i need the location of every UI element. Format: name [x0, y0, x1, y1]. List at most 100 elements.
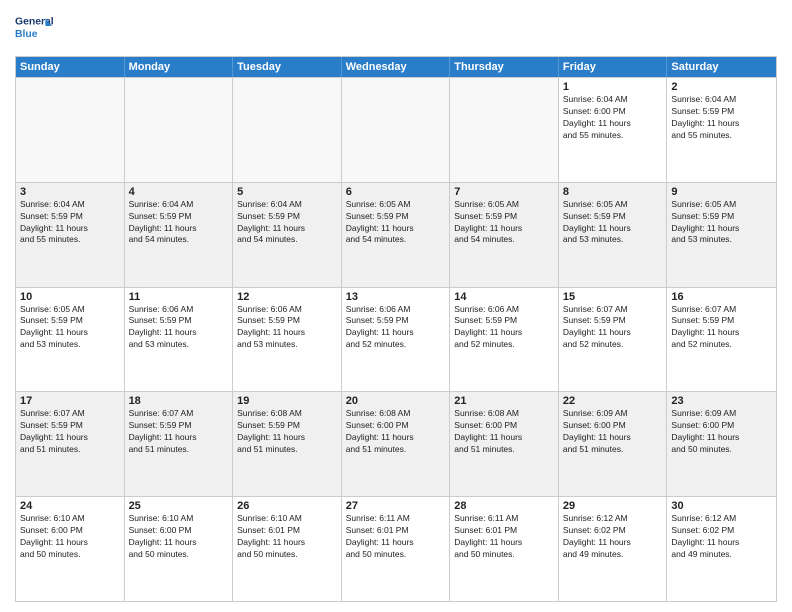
calendar-row: 3Sunrise: 6:04 AM Sunset: 5:59 PM Daylig…	[16, 182, 776, 287]
day-info: Sunrise: 6:05 AM Sunset: 5:59 PM Dayligh…	[20, 304, 120, 352]
calendar-cell: 26Sunrise: 6:10 AM Sunset: 6:01 PM Dayli…	[233, 497, 342, 601]
day-info: Sunrise: 6:05 AM Sunset: 5:59 PM Dayligh…	[563, 199, 663, 247]
day-info: Sunrise: 6:07 AM Sunset: 5:59 PM Dayligh…	[671, 304, 772, 352]
calendar-cell: 1Sunrise: 6:04 AM Sunset: 6:00 PM Daylig…	[559, 78, 668, 182]
calendar-cell: 27Sunrise: 6:11 AM Sunset: 6:01 PM Dayli…	[342, 497, 451, 601]
day-number: 11	[129, 291, 229, 303]
day-info: Sunrise: 6:08 AM Sunset: 5:59 PM Dayligh…	[237, 408, 337, 456]
calendar-cell: 7Sunrise: 6:05 AM Sunset: 5:59 PM Daylig…	[450, 183, 559, 287]
day-number: 13	[346, 291, 446, 303]
calendar-cell	[233, 78, 342, 182]
weekday-header: Thursday	[450, 57, 559, 77]
calendar-cell: 15Sunrise: 6:07 AM Sunset: 5:59 PM Dayli…	[559, 288, 668, 392]
day-number: 2	[671, 81, 772, 93]
calendar-cell	[342, 78, 451, 182]
calendar-cell: 8Sunrise: 6:05 AM Sunset: 5:59 PM Daylig…	[559, 183, 668, 287]
calendar-cell: 11Sunrise: 6:06 AM Sunset: 5:59 PM Dayli…	[125, 288, 234, 392]
day-number: 24	[20, 500, 120, 512]
day-number: 19	[237, 395, 337, 407]
weekday-header: Wednesday	[342, 57, 451, 77]
calendar-cell: 28Sunrise: 6:11 AM Sunset: 6:01 PM Dayli…	[450, 497, 559, 601]
day-info: Sunrise: 6:04 AM Sunset: 5:59 PM Dayligh…	[20, 199, 120, 247]
weekday-header: Tuesday	[233, 57, 342, 77]
day-number: 8	[563, 186, 663, 198]
calendar-body: 1Sunrise: 6:04 AM Sunset: 6:00 PM Daylig…	[16, 77, 776, 601]
day-number: 3	[20, 186, 120, 198]
calendar-cell: 21Sunrise: 6:08 AM Sunset: 6:00 PM Dayli…	[450, 392, 559, 496]
day-number: 7	[454, 186, 554, 198]
calendar-row: 1Sunrise: 6:04 AM Sunset: 6:00 PM Daylig…	[16, 77, 776, 182]
calendar-cell: 19Sunrise: 6:08 AM Sunset: 5:59 PM Dayli…	[233, 392, 342, 496]
day-info: Sunrise: 6:04 AM Sunset: 6:00 PM Dayligh…	[563, 94, 663, 142]
calendar-cell	[125, 78, 234, 182]
calendar-cell: 2Sunrise: 6:04 AM Sunset: 5:59 PM Daylig…	[667, 78, 776, 182]
day-info: Sunrise: 6:06 AM Sunset: 5:59 PM Dayligh…	[346, 304, 446, 352]
day-info: Sunrise: 6:08 AM Sunset: 6:00 PM Dayligh…	[454, 408, 554, 456]
calendar-cell	[16, 78, 125, 182]
header: GeneralBlue	[15, 10, 777, 50]
calendar-cell: 13Sunrise: 6:06 AM Sunset: 5:59 PM Dayli…	[342, 288, 451, 392]
day-number: 28	[454, 500, 554, 512]
calendar-cell: 17Sunrise: 6:07 AM Sunset: 5:59 PM Dayli…	[16, 392, 125, 496]
day-number: 14	[454, 291, 554, 303]
day-info: Sunrise: 6:07 AM Sunset: 5:59 PM Dayligh…	[129, 408, 229, 456]
day-info: Sunrise: 6:07 AM Sunset: 5:59 PM Dayligh…	[20, 408, 120, 456]
calendar-cell: 6Sunrise: 6:05 AM Sunset: 5:59 PM Daylig…	[342, 183, 451, 287]
day-info: Sunrise: 6:09 AM Sunset: 6:00 PM Dayligh…	[671, 408, 772, 456]
day-number: 30	[671, 500, 772, 512]
calendar-cell: 29Sunrise: 6:12 AM Sunset: 6:02 PM Dayli…	[559, 497, 668, 601]
day-number: 1	[563, 81, 663, 93]
calendar-cell: 10Sunrise: 6:05 AM Sunset: 5:59 PM Dayli…	[16, 288, 125, 392]
day-info: Sunrise: 6:05 AM Sunset: 5:59 PM Dayligh…	[454, 199, 554, 247]
day-info: Sunrise: 6:05 AM Sunset: 5:59 PM Dayligh…	[346, 199, 446, 247]
day-info: Sunrise: 6:12 AM Sunset: 6:02 PM Dayligh…	[671, 513, 772, 561]
weekday-header: Friday	[559, 57, 668, 77]
day-number: 26	[237, 500, 337, 512]
calendar-header: SundayMondayTuesdayWednesdayThursdayFrid…	[16, 57, 776, 77]
day-number: 27	[346, 500, 446, 512]
day-info: Sunrise: 6:10 AM Sunset: 6:00 PM Dayligh…	[129, 513, 229, 561]
day-number: 21	[454, 395, 554, 407]
calendar-row: 17Sunrise: 6:07 AM Sunset: 5:59 PM Dayli…	[16, 391, 776, 496]
day-number: 17	[20, 395, 120, 407]
calendar-cell	[450, 78, 559, 182]
day-number: 9	[671, 186, 772, 198]
calendar-cell: 5Sunrise: 6:04 AM Sunset: 5:59 PM Daylig…	[233, 183, 342, 287]
day-info: Sunrise: 6:08 AM Sunset: 6:00 PM Dayligh…	[346, 408, 446, 456]
day-number: 20	[346, 395, 446, 407]
day-info: Sunrise: 6:06 AM Sunset: 5:59 PM Dayligh…	[237, 304, 337, 352]
day-number: 15	[563, 291, 663, 303]
calendar-cell: 14Sunrise: 6:06 AM Sunset: 5:59 PM Dayli…	[450, 288, 559, 392]
calendar-cell: 18Sunrise: 6:07 AM Sunset: 5:59 PM Dayli…	[125, 392, 234, 496]
calendar-page: GeneralBlue SundayMondayTuesdayWednesday…	[0, 0, 792, 612]
calendar-cell: 9Sunrise: 6:05 AM Sunset: 5:59 PM Daylig…	[667, 183, 776, 287]
calendar-cell: 12Sunrise: 6:06 AM Sunset: 5:59 PM Dayli…	[233, 288, 342, 392]
weekday-header: Sunday	[16, 57, 125, 77]
day-info: Sunrise: 6:10 AM Sunset: 6:00 PM Dayligh…	[20, 513, 120, 561]
day-info: Sunrise: 6:04 AM Sunset: 5:59 PM Dayligh…	[129, 199, 229, 247]
logo-icon: GeneralBlue	[15, 10, 55, 50]
day-number: 16	[671, 291, 772, 303]
calendar-cell: 3Sunrise: 6:04 AM Sunset: 5:59 PM Daylig…	[16, 183, 125, 287]
day-info: Sunrise: 6:06 AM Sunset: 5:59 PM Dayligh…	[454, 304, 554, 352]
logo: GeneralBlue	[15, 10, 59, 50]
day-number: 29	[563, 500, 663, 512]
day-info: Sunrise: 6:05 AM Sunset: 5:59 PM Dayligh…	[671, 199, 772, 247]
calendar-cell: 22Sunrise: 6:09 AM Sunset: 6:00 PM Dayli…	[559, 392, 668, 496]
calendar-cell: 30Sunrise: 6:12 AM Sunset: 6:02 PM Dayli…	[667, 497, 776, 601]
day-number: 23	[671, 395, 772, 407]
day-number: 5	[237, 186, 337, 198]
calendar-cell: 25Sunrise: 6:10 AM Sunset: 6:00 PM Dayli…	[125, 497, 234, 601]
calendar-cell: 16Sunrise: 6:07 AM Sunset: 5:59 PM Dayli…	[667, 288, 776, 392]
day-info: Sunrise: 6:11 AM Sunset: 6:01 PM Dayligh…	[346, 513, 446, 561]
day-info: Sunrise: 6:10 AM Sunset: 6:01 PM Dayligh…	[237, 513, 337, 561]
calendar-cell: 4Sunrise: 6:04 AM Sunset: 5:59 PM Daylig…	[125, 183, 234, 287]
day-number: 6	[346, 186, 446, 198]
weekday-header: Saturday	[667, 57, 776, 77]
svg-text:Blue: Blue	[15, 29, 38, 40]
day-number: 12	[237, 291, 337, 303]
day-info: Sunrise: 6:04 AM Sunset: 5:59 PM Dayligh…	[237, 199, 337, 247]
calendar: SundayMondayTuesdayWednesdayThursdayFrid…	[15, 56, 777, 602]
calendar-cell: 20Sunrise: 6:08 AM Sunset: 6:00 PM Dayli…	[342, 392, 451, 496]
calendar-cell: 23Sunrise: 6:09 AM Sunset: 6:00 PM Dayli…	[667, 392, 776, 496]
